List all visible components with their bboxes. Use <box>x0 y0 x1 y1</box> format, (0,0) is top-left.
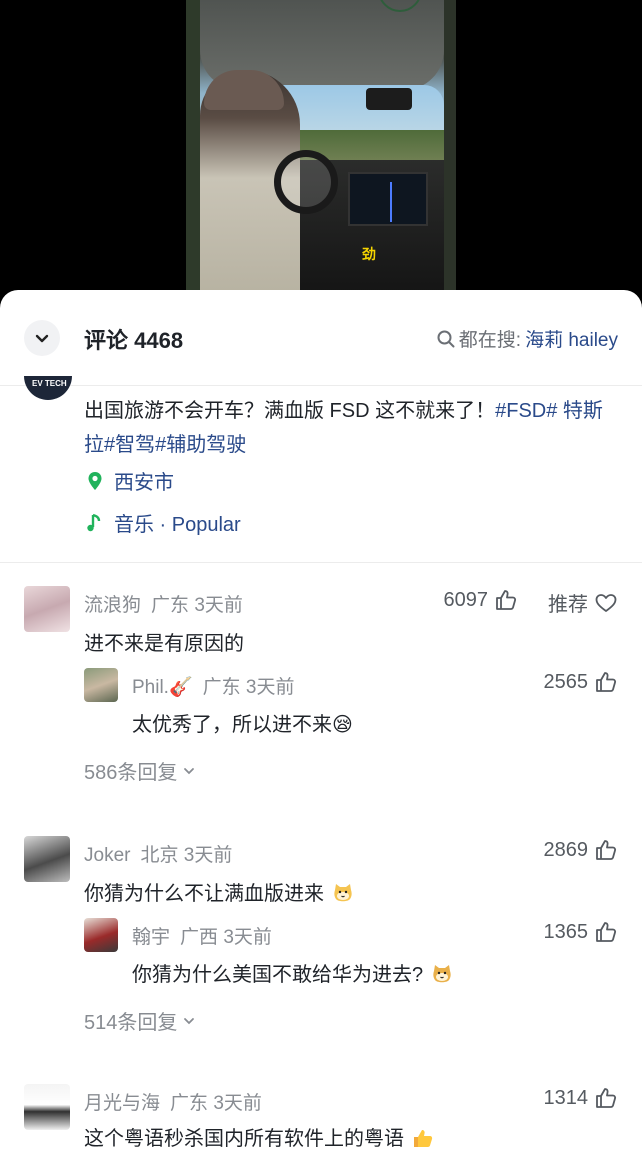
post-music[interactable]: 音乐 · Popular <box>84 508 241 537</box>
reply-like-button[interactable]: 1365 <box>544 920 619 944</box>
comment-text-body: 你猜为什么不让满血版进来 <box>84 883 324 905</box>
comment-nickname[interactable]: Joker <box>84 845 130 866</box>
reply-meta: Phil.🎸 广东 3天前 <box>132 672 295 699</box>
reply-time: 3天前 <box>245 677 295 698</box>
post-text: 出国旅游不会开车？满血版 FSD 这不就来了！#FSD# 特斯拉#智驾#辅助驾驶 <box>84 394 620 462</box>
video-subtitle: 劲 <box>362 246 376 262</box>
post-music-text: 音乐 · Popular <box>114 514 241 536</box>
comment-like-button[interactable]: 1314 <box>544 1086 619 1110</box>
music-note-icon <box>87 513 101 531</box>
chevron-down-icon <box>184 767 195 774</box>
reply-text: 太优秀了，所以进不来😪 <box>132 714 353 736</box>
reply-nickname[interactable]: 翰宇 <box>132 927 170 948</box>
comment-meta: 流浪狗 广东 3天前 <box>84 590 243 617</box>
reply-text-body: 你猜为什么美国不敢给华为进去? <box>132 964 424 986</box>
reply-nickname[interactable]: Phil.🎸 <box>132 677 193 698</box>
comment-count-title: 评论 4468 <box>84 328 184 353</box>
comment-nickname[interactable]: 流浪狗 <box>84 595 141 616</box>
collapse-button[interactable] <box>24 320 60 356</box>
expand-replies-button[interactable]: 514条回复 <box>84 1006 197 1035</box>
reply-meta: 翰宇 广西 3天前 <box>132 922 272 949</box>
comment-time: 3天前 <box>213 1093 262 1114</box>
post-body: 出国旅游不会开车？满血版 FSD 这不就来了！ <box>84 400 496 422</box>
comment-nickname[interactable]: 月光与海 <box>84 1093 160 1114</box>
recommend-label: 推荐 <box>548 594 588 616</box>
comment-like-button[interactable]: 2869 <box>544 838 619 862</box>
comment-time: 3天前 <box>194 595 243 616</box>
comment-sheet: 评论 4468 都在搜: 海莉 hailey EV TECH 出国旅游不会开车？… <box>0 290 642 1158</box>
comment-region: 广东 <box>170 1093 209 1114</box>
commenter-avatar[interactable] <box>24 836 70 882</box>
video-edge-right <box>444 0 456 310</box>
thumbs-up-icon <box>596 840 617 860</box>
comment-like-button[interactable]: 6097 <box>444 588 519 612</box>
chevron-down-icon <box>35 334 49 343</box>
more-replies-label: 514条回复 <box>84 1012 178 1034</box>
thumbs-up-emoji-icon <box>413 1130 432 1147</box>
author-avatar[interactable]: EV TECH <box>24 376 72 400</box>
video-center-screen <box>348 172 428 226</box>
video-frame: 劲 <box>186 0 456 310</box>
comment-time: 3天前 <box>183 845 233 866</box>
comment-text: 进不来是有原因的 <box>84 633 244 655</box>
commenter-avatar[interactable] <box>24 586 70 632</box>
commenter-avatar[interactable] <box>24 1084 70 1130</box>
post-divider <box>0 562 642 563</box>
chevron-down-icon <box>184 1017 195 1024</box>
like-count: 1365 <box>543 920 589 943</box>
video-player[interactable]: 劲 <box>0 0 642 310</box>
search-prefix: 都在搜: <box>458 330 522 351</box>
comment-text: 你猜为什么不让满血版进来 <box>84 877 354 906</box>
author-avatar-text: EV TECH <box>32 379 67 388</box>
like-count: 6097 <box>443 588 489 611</box>
reply-region: 广东 <box>202 677 241 698</box>
more-replies-label: 586条回复 <box>84 762 178 784</box>
comment-region: 北京 <box>140 845 179 866</box>
reply-time: 3天前 <box>223 927 272 948</box>
reply-avatar[interactable] <box>84 668 118 702</box>
expand-replies-button[interactable]: 586条回复 <box>84 756 197 785</box>
video-mirror <box>366 88 412 110</box>
like-count: 2565 <box>543 670 589 693</box>
comment-region: 广东 <box>151 595 190 616</box>
comment-meta: Joker 北京 3天前 <box>84 840 232 867</box>
like-count: 1314 <box>543 1086 589 1109</box>
thumbs-up-icon <box>596 1088 617 1108</box>
thumbs-up-icon <box>596 672 617 692</box>
comment-text-body: 这个粤语秒杀国内所有软件上的粤语 <box>84 1128 404 1150</box>
cat-face-emoji-icon <box>333 884 352 902</box>
post-location[interactable]: 西安市 <box>84 466 174 495</box>
dog-face-emoji-icon <box>433 965 451 983</box>
like-count: 2869 <box>543 838 589 861</box>
post-location-text: 西安市 <box>114 472 174 494</box>
thumbs-up-icon <box>496 590 517 610</box>
comment-meta: 月光与海 广东 3天前 <box>84 1088 262 1115</box>
thumbs-up-icon <box>596 922 617 942</box>
reply-avatar[interactable] <box>84 918 118 952</box>
trending-search-link[interactable]: 都在搜: 海莉 hailey <box>436 325 618 352</box>
comment-text: 这个粤语秒杀国内所有软件上的粤语 <box>84 1122 434 1151</box>
video-edge-left <box>186 0 200 310</box>
reply-text: 你猜为什么美国不敢给华为进去? <box>132 958 453 987</box>
comment-sheet-header: 评论 4468 都在搜: 海莉 hailey <box>0 290 642 386</box>
search-icon <box>437 330 455 347</box>
post-caption: EV TECH 出国旅游不会开车？满血版 FSD 这不就来了！#FSD# 特斯拉… <box>0 376 642 563</box>
location-pin-icon <box>88 471 102 490</box>
reply-region: 广西 <box>180 927 219 948</box>
video-steering-wheel <box>274 150 338 214</box>
recommend-button[interactable]: 推荐 <box>548 588 618 617</box>
search-term: 海莉 hailey <box>525 330 618 351</box>
reply-like-button[interactable]: 2565 <box>544 670 619 694</box>
heart-icon <box>595 593 617 612</box>
